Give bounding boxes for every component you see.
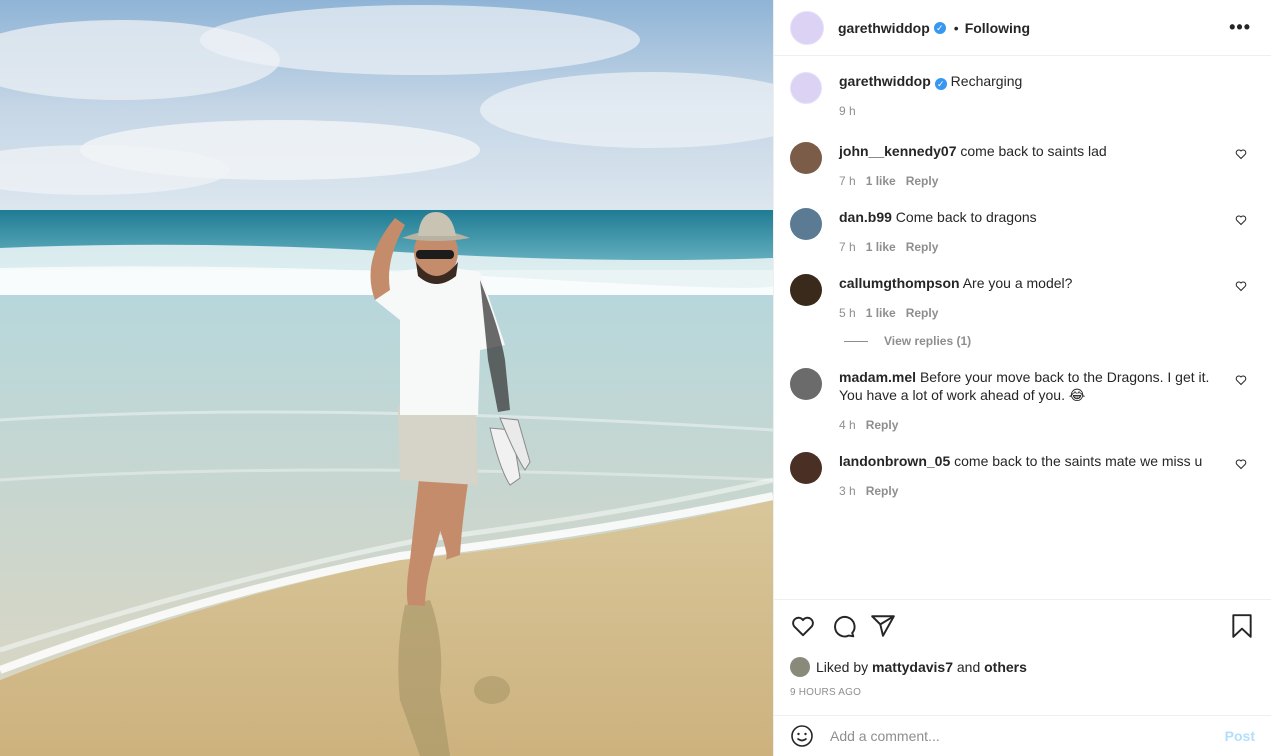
comment-icon[interactable] (830, 613, 856, 639)
heart-icon[interactable] (1235, 374, 1247, 386)
liker-avatar[interactable] (790, 657, 810, 677)
caption-time[interactable]: 9 h (839, 104, 856, 118)
liker-username[interactable]: mattydavis7 (872, 659, 953, 675)
liked-by-prefix: Liked by (816, 659, 869, 675)
post-timestamp[interactable]: 9 HOURS AGO (790, 687, 1255, 698)
post-comment-button[interactable]: Post (1225, 728, 1255, 744)
others-link[interactable]: others (984, 659, 1027, 675)
comment-item: landonbrown_05 come back to the saints m… (790, 452, 1255, 500)
comment-text: Are you a model? (962, 275, 1073, 291)
share-icon[interactable] (870, 613, 896, 639)
caption-username[interactable]: garethwiddop (839, 73, 931, 89)
commenter-avatar[interactable] (790, 208, 822, 240)
comment-username[interactable]: landonbrown_05 (839, 453, 950, 469)
commenter-avatar[interactable] (790, 368, 822, 400)
comments-list: garethwiddop ✓ Recharging 9 h john__kenne… (774, 56, 1271, 599)
caption-text: Recharging (950, 73, 1023, 89)
comment-time[interactable]: 5 h (839, 306, 856, 320)
commenter-avatar[interactable] (790, 142, 822, 174)
comment-item: john__kennedy07 come back to saints lad … (790, 142, 1255, 190)
instagram-post: garethwiddop ✓ • Following ••• garethwid… (0, 0, 1271, 756)
heart-icon[interactable] (1235, 148, 1247, 160)
verified-icon: ✓ (933, 21, 946, 34)
author-avatar[interactable] (790, 10, 824, 45)
comment-item: callumgthompson Are you a model? 5 h 1 li… (790, 274, 1255, 322)
likes-summary: Liked by mattydavis7 and others (790, 657, 1255, 677)
comment-item: dan.b99 Come back to dragons 7 h 1 like Re… (790, 208, 1255, 256)
comment-likes[interactable]: 1 like (866, 240, 896, 254)
more-options-icon[interactable]: ••• (1229, 17, 1255, 38)
commenter-avatar[interactable] (790, 452, 822, 484)
comment-text: Come back to dragons (895, 209, 1037, 225)
comment-text: come back to the saints mate we miss u (954, 453, 1203, 469)
reply-button[interactable]: Reply (866, 484, 899, 498)
reply-button[interactable]: Reply (906, 306, 939, 320)
comment-time[interactable]: 7 h (839, 240, 856, 254)
heart-icon[interactable] (1235, 280, 1247, 292)
commenter-avatar[interactable] (790, 274, 822, 306)
smiley-icon[interactable] (790, 724, 814, 748)
beach-photo (0, 0, 773, 756)
caption: garethwiddop ✓ Recharging 9 h (790, 72, 1255, 120)
author-username[interactable]: garethwiddop (838, 20, 930, 36)
comment-username[interactable]: madam.mel (839, 369, 916, 385)
comment-username[interactable]: dan.b99 (839, 209, 892, 225)
reply-button[interactable]: Reply (906, 240, 939, 254)
post-header: garethwiddop ✓ • Following ••• (774, 0, 1271, 56)
bookmark-icon[interactable] (1229, 613, 1255, 639)
separator-dot: • (953, 19, 959, 36)
heart-icon[interactable] (1235, 458, 1247, 470)
add-comment-input[interactable] (828, 727, 1225, 745)
liked-by-and: and (956, 659, 981, 675)
author-avatar[interactable] (790, 72, 822, 104)
heart-icon[interactable] (1235, 214, 1247, 226)
comment-time[interactable]: 4 h (839, 418, 856, 432)
comment-username[interactable]: john__kennedy07 (839, 143, 957, 159)
comment-time[interactable]: 7 h (839, 174, 856, 188)
comment-likes[interactable]: 1 like (866, 306, 896, 320)
comment-username[interactable]: callumgthompson (839, 275, 960, 291)
heart-icon[interactable] (790, 613, 816, 639)
comment-text: come back to saints lad (960, 143, 1107, 159)
comment-likes[interactable]: 1 like (866, 174, 896, 188)
post-actions: Liked by mattydavis7 and others 9 HOURS … (774, 599, 1271, 698)
reply-button[interactable]: Reply (866, 418, 899, 432)
comment-time[interactable]: 3 h (839, 484, 856, 498)
post-sidebar: garethwiddop ✓ • Following ••• garethwid… (773, 0, 1271, 756)
view-replies-label: View replies (1) (884, 334, 972, 348)
view-replies-button[interactable]: View replies (1) (844, 334, 1255, 348)
following-button[interactable]: Following (965, 20, 1030, 36)
comment-item: madam.mel Before your move back to the D… (790, 368, 1255, 434)
replies-divider (844, 340, 868, 342)
verified-icon: ✓ (934, 78, 947, 90)
post-photo[interactable] (0, 0, 773, 756)
add-comment-bar: Post (774, 715, 1271, 756)
reply-button[interactable]: Reply (906, 174, 939, 188)
